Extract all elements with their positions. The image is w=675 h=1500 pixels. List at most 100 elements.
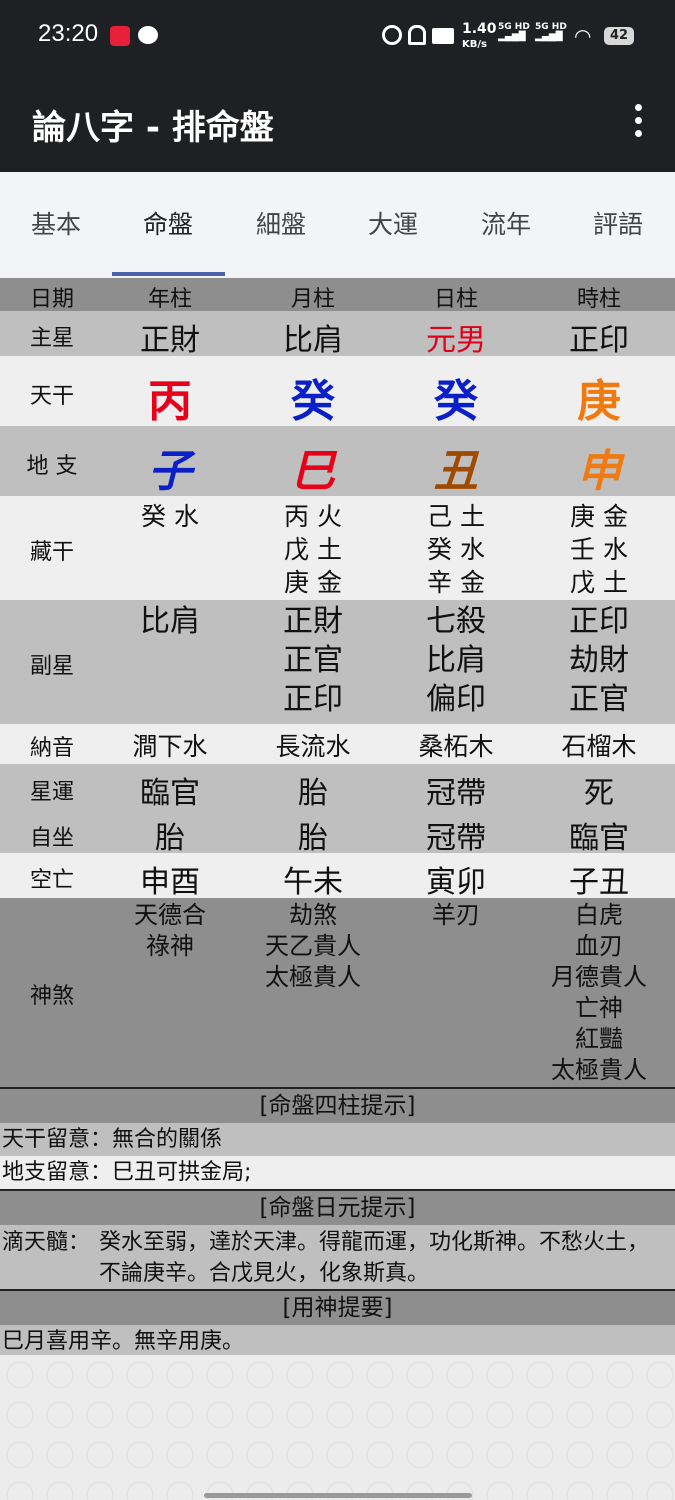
self-sit-year: 胎 xyxy=(155,821,185,856)
bazi-table: 日期 年柱 月柱 日柱 時柱 主星 正財 比肩 元男 正印 天干 丙 癸 癸 庚… xyxy=(0,278,675,1358)
shensha-label: 神煞 xyxy=(29,984,74,1009)
alarm-icon xyxy=(382,25,402,45)
heaven-stem-hour: 庚 xyxy=(577,376,621,427)
earth-branch-label: 地 支 xyxy=(26,454,78,479)
star-luck-label: 星運 xyxy=(29,780,74,805)
earth-branch-note: 地支留意：巳丑可拱金局; xyxy=(0,1156,675,1189)
sub-star-day: 七殺 比肩 偏印 xyxy=(426,604,486,717)
shensha-month: 劫煞 天乙貴人 太極貴人 xyxy=(265,901,361,991)
hidden-stem-label: 藏干 xyxy=(29,540,74,565)
section-four-pillars-title: [命盤四柱提示] xyxy=(0,1087,675,1123)
hidden-stem-year: 癸 水 xyxy=(141,502,199,531)
section-day-master-title: [命盤日元提示] xyxy=(0,1189,675,1225)
nayin-day: 桑柘木 xyxy=(418,732,494,761)
main-star-day: 元男 xyxy=(426,323,486,358)
nayin-row: 納音 澗下水 長流水 桑柘木 石榴木 xyxy=(0,724,675,764)
tab-basic[interactable]: 基本 xyxy=(0,172,112,278)
app-bar: 論八字 - 排命盤 xyxy=(0,72,675,172)
hidden-stem-day: 己 土 癸 水 辛 金 xyxy=(427,502,485,597)
heaven-stem-month: 癸 xyxy=(291,376,335,427)
sub-star-row: 副星 比肩 正財 正官 正印 七殺 比肩 偏印 正印 劫財 正官 xyxy=(0,600,675,724)
tab-annual[interactable]: 流年 xyxy=(450,172,562,278)
hidden-stem-row: 藏干 癸 水 丙 火 戊 土 庚 金 己 土 癸 水 辛 金 庚 金 壬 水 戊… xyxy=(0,496,675,600)
nayin-year: 澗下水 xyxy=(132,732,208,761)
star-luck-month: 胎 xyxy=(298,776,328,811)
di-tian-sui-label: 滴天髓： xyxy=(2,1230,91,1255)
background-pattern xyxy=(0,1355,675,1500)
shensha-row: 神煞 天德合 祿神 劫煞 天乙貴人 太極貴人 羊刃 白虎 血刃 月德貴人 亡神 … xyxy=(0,898,675,1087)
header-hour: 時柱 xyxy=(576,287,621,312)
tab-chart[interactable]: 命盤 xyxy=(112,172,224,278)
earth-branch-row: 地 支 子 巳 丑 申 xyxy=(0,426,675,497)
star-luck-year: 臨官 xyxy=(140,776,200,811)
void-year: 申酉 xyxy=(140,865,200,900)
self-sit-hour: 臨官 xyxy=(569,821,629,856)
void-day: 寅卯 xyxy=(426,865,486,900)
heaven-stem-note: 天干留意：無合的關係 xyxy=(0,1123,675,1156)
message-icon xyxy=(138,26,158,44)
di-tian-sui-text: 癸水至弱，達於天津。得龍而運，功化斯神。不愁火土， 不論庚辛。合戊見火，化象斯真… xyxy=(99,1230,650,1286)
bed-icon xyxy=(432,28,454,44)
header-label: 日期 xyxy=(29,287,74,312)
active-tab-indicator xyxy=(112,272,225,276)
section-useful-god-title: [用神提要] xyxy=(0,1289,675,1325)
signal-2-icon: 5G HD ▂▄▆█ xyxy=(535,22,567,42)
star-luck-row: 星運 臨官 胎 冠帶 死 自坐 胎 胎 冠帶 臨官 xyxy=(0,764,675,856)
earth-branch-day: 丑 xyxy=(434,446,478,497)
sub-star-year: 比肩 xyxy=(140,604,200,639)
shensha-year: 天德合 祿神 xyxy=(134,901,206,960)
void-row: 空亡 申酉 午未 寅卯 子丑 xyxy=(0,853,675,900)
header-row: 日期 年柱 月柱 日柱 時柱 xyxy=(0,278,675,312)
header-year: 年柱 xyxy=(147,287,192,312)
useful-god-note: 巳月喜用辛。無辛用庚。 xyxy=(0,1325,675,1358)
app-notification-icon xyxy=(110,26,130,46)
star-luck-day: 冠帶 xyxy=(426,776,486,811)
nayin-hour: 石榴木 xyxy=(561,732,637,761)
signal-1-icon: 5G HD ▂▄▆█ xyxy=(498,22,530,42)
main-star-year: 正財 xyxy=(140,323,200,358)
earth-branch-year: 子 xyxy=(148,446,192,497)
tab-major-luck[interactable]: 大運 xyxy=(337,172,449,278)
home-indicator[interactable] xyxy=(204,1493,472,1498)
self-sit-day: 冠帶 xyxy=(426,821,486,856)
nayin-month: 長流水 xyxy=(275,732,351,761)
header-day: 日柱 xyxy=(433,287,478,312)
shensha-hour: 白虎 血刃 月德貴人 亡神 紅豔 太極貴人 xyxy=(551,901,647,1084)
tab-bar: 基本 命盤 細盤 大運 流年 評語 xyxy=(0,172,675,278)
tab-comments[interactable]: 評語 xyxy=(562,172,674,278)
status-bar: 23:20 1.40 KB/s 5G HD ▂▄▆█ 5G HD ▂▄▆█ ◠ 42 xyxy=(0,0,675,72)
self-sit-label: 自坐 xyxy=(29,826,74,851)
tab-detail[interactable]: 細盤 xyxy=(225,172,337,278)
heaven-stem-row: 天干 丙 癸 癸 庚 xyxy=(0,356,675,427)
hidden-stem-hour: 庚 金 壬 水 戊 土 xyxy=(570,502,628,597)
main-star-month: 比肩 xyxy=(283,323,343,358)
earth-branch-hour: 申 xyxy=(577,446,621,497)
battery-icon: 42 xyxy=(604,27,634,45)
mute-bell-icon xyxy=(408,25,426,45)
heaven-stem-year: 丙 xyxy=(148,376,192,427)
heaven-stem-label: 天干 xyxy=(29,384,74,409)
sub-star-month: 正財 正官 正印 xyxy=(283,604,343,717)
void-hour: 子丑 xyxy=(569,865,629,900)
nayin-label: 納音 xyxy=(29,736,74,761)
heaven-stem-day: 癸 xyxy=(434,376,478,427)
di-tian-sui-note: 滴天髓： 癸水至弱，達於天津。得龍而運，功化斯神。不愁火土， 不論庚辛。合戊見火… xyxy=(0,1225,675,1289)
app-title: 論八字 - 排命盤 xyxy=(32,108,274,148)
void-month: 午未 xyxy=(283,865,343,900)
self-sit-month: 胎 xyxy=(298,821,328,856)
wifi-icon: ◠ xyxy=(574,24,592,48)
net-speed: 1.40 KB/s xyxy=(462,21,497,50)
hidden-stem-month: 丙 火 戊 土 庚 金 xyxy=(284,502,342,597)
main-star-label: 主星 xyxy=(29,326,74,351)
sub-star-hour: 正印 劫財 正官 xyxy=(569,604,629,717)
void-label: 空亡 xyxy=(29,868,74,893)
header-month: 月柱 xyxy=(290,287,335,312)
main-star-hour: 正印 xyxy=(569,323,629,358)
main-star-row: 主星 正財 比肩 元男 正印 xyxy=(0,311,675,358)
sub-star-label: 副星 xyxy=(29,654,74,679)
overflow-menu-icon[interactable] xyxy=(635,104,645,143)
star-luck-hour: 死 xyxy=(584,776,614,811)
earth-branch-month: 巳 xyxy=(291,446,335,497)
shensha-day: 羊刃 xyxy=(432,901,480,929)
status-time: 23:20 xyxy=(38,20,99,47)
